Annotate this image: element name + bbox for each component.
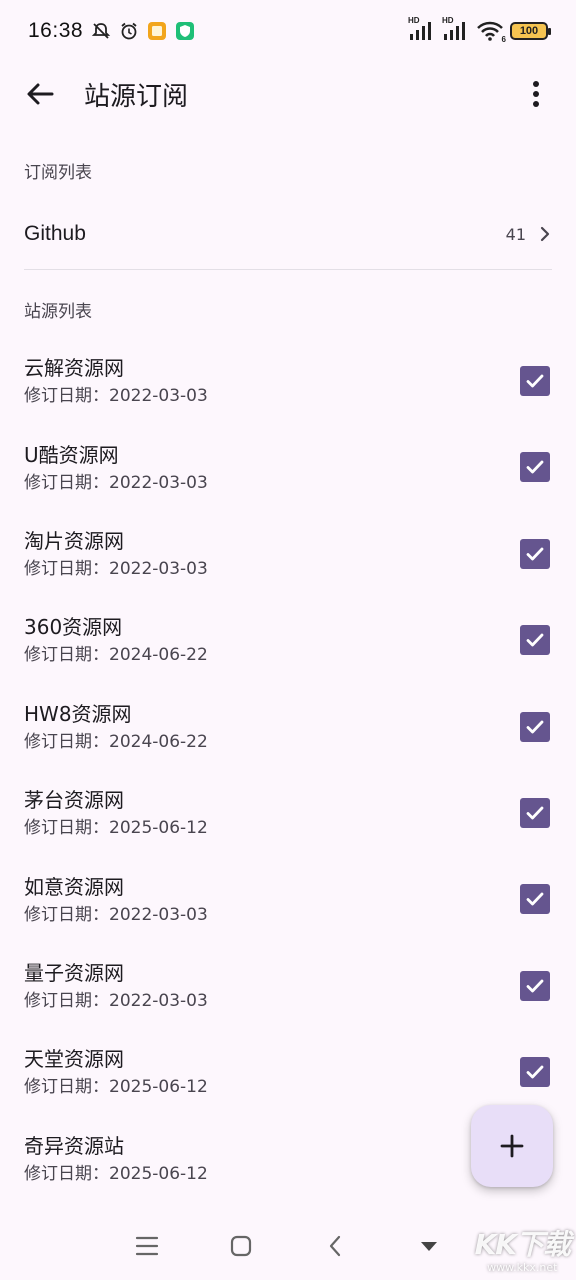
arrow-left-icon	[27, 83, 54, 105]
notes-app-icon	[147, 21, 167, 41]
list-item[interactable]: 量子资源网 修订日期：2022-03-03	[0, 943, 576, 1029]
more-menu-button[interactable]	[516, 74, 556, 114]
site-checkbox[interactable]	[520, 797, 550, 828]
add-site-button[interactable]	[471, 1105, 553, 1187]
security-app-icon	[175, 21, 195, 41]
site-text: U酷资源网 修订日期：2022-03-03	[24, 442, 208, 494]
signal-icon-2: HD	[442, 16, 470, 42]
mute-icon	[91, 21, 111, 41]
site-checkbox[interactable]	[520, 452, 550, 483]
subscription-list-header: 订阅列表	[24, 163, 92, 183]
back-button[interactable]	[20, 74, 60, 114]
site-date: 修订日期：2024-06-22	[24, 731, 208, 752]
keyboard-hide-icon	[421, 1242, 437, 1251]
check-icon	[526, 720, 544, 733]
watermark-logo: KK下载	[474, 1228, 571, 1261]
site-text: 如意资源网 修订日期：2022-03-03	[24, 874, 208, 926]
recents-button[interactable]	[125, 1224, 169, 1268]
site-date: 修订日期：2025-06-12	[24, 818, 208, 839]
site-checkbox[interactable]	[520, 538, 550, 569]
site-name: 天堂资源网	[24, 1047, 124, 1072]
more-vert-icon	[533, 81, 539, 107]
wifi-icon: 6	[476, 20, 506, 44]
site-text: 量子资源网 修订日期：2022-03-03	[24, 960, 208, 1012]
list-item[interactable]: 云解资源网 修订日期：2022-03-03	[0, 338, 576, 424]
battery-icon: 100	[510, 22, 551, 40]
network-label-2: HD	[442, 16, 454, 25]
alarm-icon	[119, 21, 139, 41]
home-icon	[230, 1235, 252, 1257]
status-right: HD HD 6 100	[408, 16, 551, 44]
site-date: 修订日期：2024-06-22	[24, 645, 208, 666]
plus-icon	[500, 1134, 524, 1158]
list-item[interactable]: 如意资源网 修订日期：2022-03-03	[0, 856, 576, 942]
site-name: HW8资源网	[24, 701, 132, 726]
keyboard-hide-button[interactable]	[407, 1224, 451, 1268]
site-checkbox[interactable]	[520, 1057, 550, 1088]
site-text: 奇异资源站 修订日期：2025-06-12	[24, 1133, 208, 1185]
list-item[interactable]: HW8资源网 修订日期：2024-06-22	[0, 684, 576, 770]
watermark: KK下载 www.kkx.net	[474, 1223, 571, 1274]
watermark-url: www.kkx.net	[487, 1261, 558, 1274]
chevron-right-icon	[540, 226, 550, 242]
list-item[interactable]: 淘片资源网 修订日期：2022-03-03	[0, 511, 576, 597]
site-list-header: 站源列表	[24, 302, 92, 322]
site-text: 茅台资源网 修订日期：2025-06-12	[24, 787, 208, 839]
check-icon	[526, 979, 544, 993]
list-item[interactable]: 天堂资源网 修订日期：2025-06-12	[0, 1029, 576, 1115]
wifi-badge: 6	[501, 35, 506, 44]
check-icon	[526, 633, 544, 647]
site-name: 如意资源网	[24, 874, 124, 899]
status-bar: 16:38 HD HD 6 100	[0, 0, 576, 62]
site-date: 修订日期：2022-03-03	[24, 472, 208, 493]
site-name: 云解资源网	[24, 356, 124, 381]
subscription-count: 41	[505, 224, 526, 244]
site-list: 云解资源网 修订日期：2022-03-03 U酷资源网 修订日期：2022-03…	[0, 338, 576, 1202]
status-time: 16:38	[28, 19, 84, 42]
site-date: 修订日期：2025-06-12	[24, 1163, 208, 1184]
site-text: 360资源网 修订日期：2024-06-22	[24, 614, 208, 666]
site-checkbox[interactable]	[520, 884, 550, 915]
site-checkbox[interactable]	[520, 711, 550, 742]
signal-icon: HD	[408, 16, 436, 42]
page-title: 站源订阅	[84, 82, 189, 112]
list-item[interactable]: 360资源网 修订日期：2024-06-22	[0, 597, 576, 683]
check-icon	[526, 547, 544, 561]
site-date: 修订日期：2022-03-03	[24, 904, 208, 925]
subscription-name: Github	[24, 222, 86, 245]
site-date: 修订日期：2022-03-03	[24, 990, 208, 1011]
site-name: U酷资源网	[24, 442, 119, 467]
status-left: 16:38	[28, 19, 195, 43]
nav-back-button[interactable]	[313, 1224, 357, 1268]
check-icon	[526, 892, 544, 906]
check-icon	[526, 806, 544, 820]
list-item[interactable]: U酷资源网 修订日期：2022-03-03	[0, 424, 576, 510]
site-text: HW8资源网 修订日期：2024-06-22	[24, 701, 208, 753]
site-date: 修订日期：2022-03-03	[24, 386, 208, 407]
subscription-item-github[interactable]: Github 41	[0, 200, 576, 268]
site-text: 淘片资源网 修订日期：2022-03-03	[24, 528, 208, 580]
back-icon	[329, 1235, 341, 1257]
site-date: 修订日期：2022-03-03	[24, 558, 208, 579]
site-checkbox[interactable]	[520, 625, 550, 656]
site-name: 360资源网	[24, 615, 123, 640]
check-icon	[526, 460, 544, 474]
site-checkbox[interactable]	[520, 970, 550, 1001]
list-item[interactable]: 茅台资源网 修订日期：2025-06-12	[0, 770, 576, 856]
app-bar: 站源订阅	[0, 62, 576, 126]
site-text: 云解资源网 修订日期：2022-03-03	[24, 355, 208, 407]
section-divider	[24, 269, 552, 270]
home-button[interactable]	[219, 1224, 263, 1268]
network-label: HD	[408, 16, 420, 25]
site-checkbox[interactable]	[520, 366, 550, 396]
site-date: 修订日期：2025-06-12	[24, 1077, 208, 1098]
site-name: 茅台资源网	[24, 788, 124, 813]
site-name: 淘片资源网	[24, 528, 124, 553]
check-icon	[526, 374, 544, 388]
menu-icon	[135, 1236, 159, 1256]
site-name: 量子资源网	[24, 960, 124, 985]
check-icon	[526, 1065, 544, 1079]
site-name: 奇异资源站	[24, 1133, 124, 1158]
site-text: 天堂资源网 修订日期：2025-06-12	[24, 1046, 208, 1098]
